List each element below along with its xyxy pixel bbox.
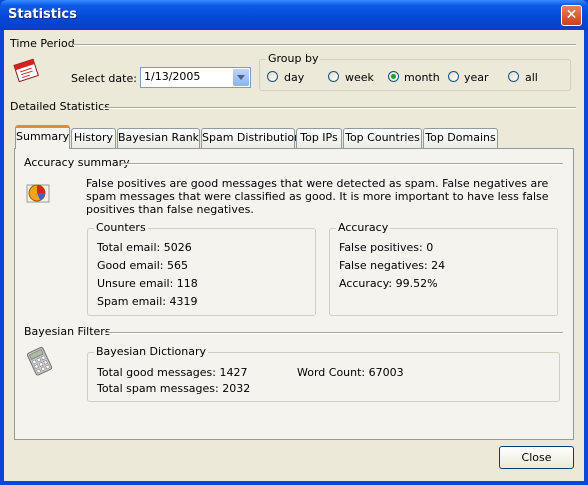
tab-top-domains[interactable]: Top Domains (423, 128, 498, 148)
radio-month[interactable] (388, 71, 399, 82)
bayesian-filters-divider (105, 332, 563, 334)
bayesian-dictionary-label: Bayesian Dictionary (94, 345, 208, 358)
total-spam-messages-value: Total spam messages: 2032 (97, 382, 251, 395)
tab-top-countries[interactable]: Top Countries (343, 128, 422, 148)
tab-bayesian-rank[interactable]: Bayesian Rank (117, 128, 200, 148)
radio-year[interactable] (448, 71, 459, 82)
radio-all-label[interactable]: all (525, 71, 538, 84)
word-count-value: Word Count: 67003 (297, 366, 404, 379)
radio-month-label[interactable]: month (404, 71, 440, 84)
radio-day[interactable] (267, 71, 278, 82)
radio-week-label[interactable]: week (345, 71, 374, 84)
select-date-label: Select date: (71, 72, 137, 85)
unsure-email-value: Unsure email: 118 (97, 277, 198, 290)
radio-week[interactable] (328, 71, 339, 82)
radio-year-label[interactable]: year (464, 71, 489, 84)
tab-spam-distribution[interactable]: Spam Distribution (201, 128, 301, 148)
accuracy-value: Accuracy: 99.52% (339, 277, 438, 290)
good-email-value: Good email: 565 (97, 259, 188, 272)
false-positives-value: False positives: 0 (339, 241, 434, 254)
time-period-divider (73, 44, 576, 46)
total-email-value: Total email: 5026 (97, 241, 192, 254)
accuracy-label: Accuracy (336, 221, 391, 234)
time-period-label: Time Period (10, 37, 75, 50)
pie-chart-icon (26, 184, 50, 203)
accuracy-summary-label: Accuracy summary (24, 156, 130, 169)
calendar-icon (13, 58, 39, 83)
statistics-window: Statistics ✕ Time Period Select date: 1/… (0, 0, 588, 485)
accuracy-summary-divider (121, 163, 563, 165)
date-combo[interactable]: 1/13/2005 (140, 67, 251, 88)
accuracy-description: False positives are good messages that w… (86, 177, 549, 216)
chevron-down-icon[interactable] (233, 69, 249, 86)
close-button[interactable]: Close (499, 446, 574, 469)
radio-day-label[interactable]: day (284, 71, 304, 84)
tab-summary[interactable]: Summary (15, 125, 70, 149)
spam-email-value: Spam email: 4319 (97, 295, 198, 308)
title-bar[interactable]: Statistics ✕ (0, 0, 588, 30)
tab-top-ips[interactable]: Top IPs (296, 128, 342, 148)
window-title: Statistics (8, 7, 77, 22)
date-value: 1/13/2005 (144, 70, 201, 83)
tab-history[interactable]: History (71, 128, 116, 148)
detailed-statistics-label: Detailed Statistics (10, 100, 110, 113)
window-close-button[interactable]: ✕ (561, 5, 582, 26)
calculator-icon (26, 346, 53, 376)
counters-label: Counters (94, 221, 148, 234)
dialog-client: Time Period Select date: 1/13/2005 Group… (4, 30, 584, 481)
group-by-label: Group by (266, 52, 321, 65)
bayesian-filters-label: Bayesian Filters (24, 325, 111, 338)
total-good-messages-value: Total good messages: 1427 (97, 366, 248, 379)
radio-all[interactable] (508, 71, 519, 82)
false-negatives-value: False negatives: 24 (339, 259, 446, 272)
detailed-statistics-divider (103, 107, 576, 109)
